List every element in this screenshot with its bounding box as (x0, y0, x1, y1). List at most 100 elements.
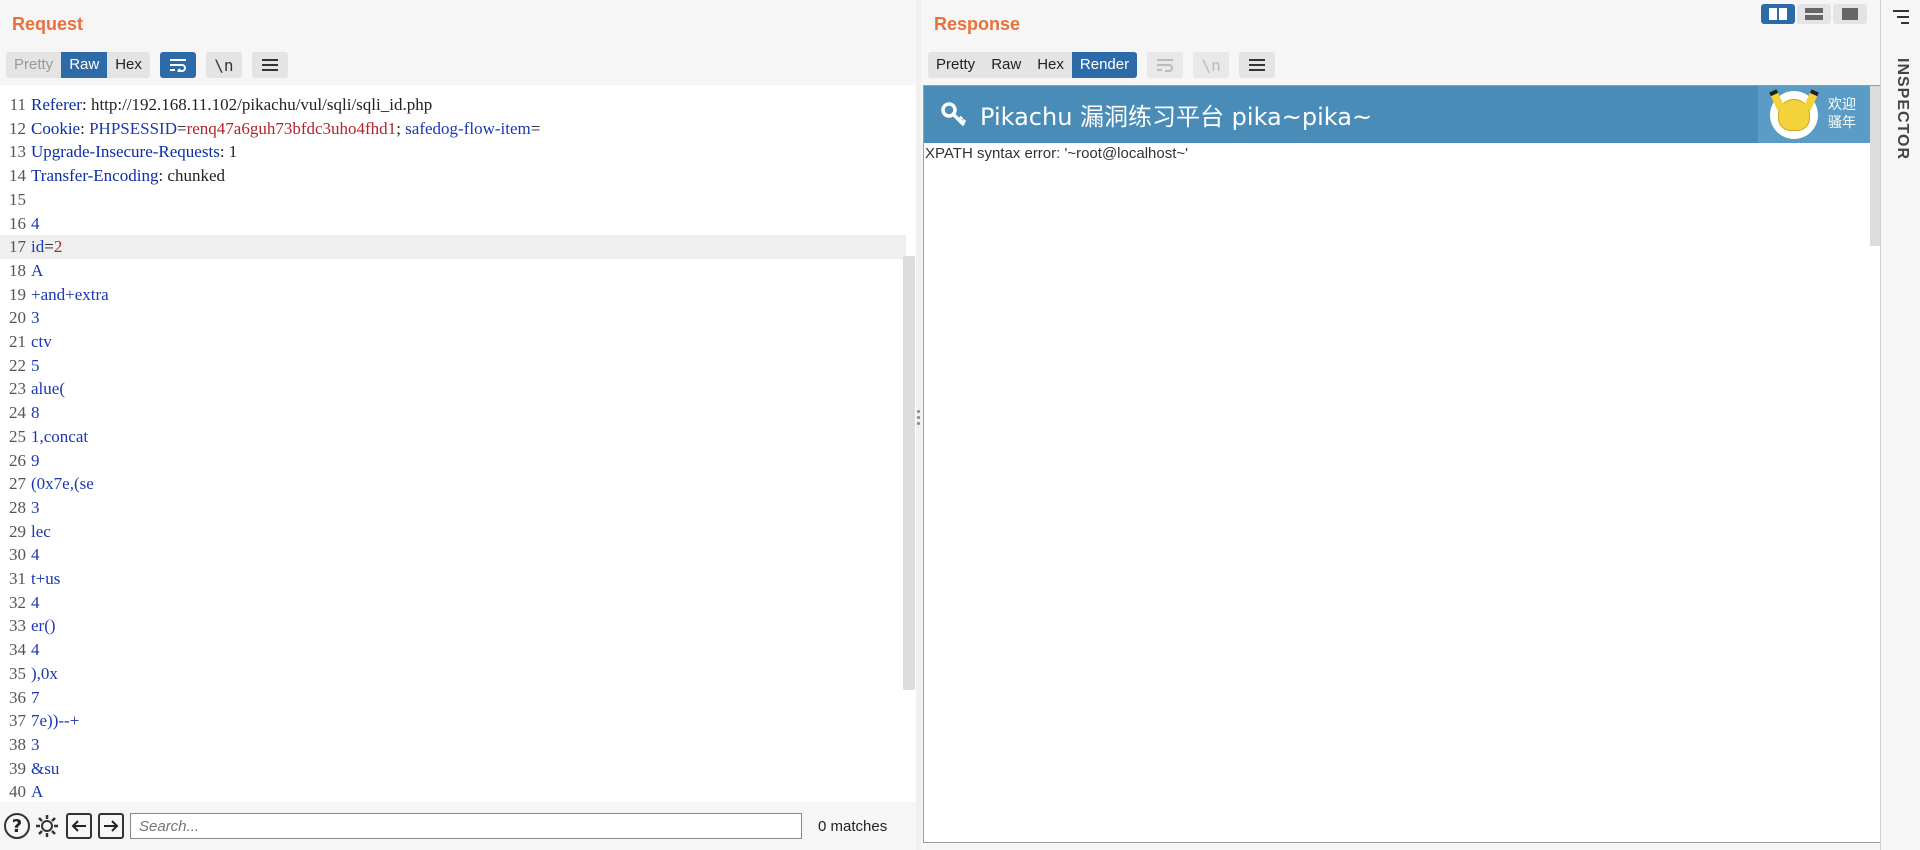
line-code: +and+extra (31, 283, 109, 307)
editor-line[interactable]: 24 8 (0, 401, 906, 425)
layout-stacked-button[interactable] (1797, 4, 1831, 24)
word-wrap-icon (1157, 59, 1174, 72)
editor-line[interactable]: 14 Transfer-Encoding: chunked (0, 164, 906, 188)
code-token: 4 (31, 640, 40, 660)
line-code: ctv (31, 330, 52, 354)
code-token: A (31, 260, 44, 280)
code-token: t+us (31, 569, 61, 588)
show-newlines-toggle[interactable]: \n (205, 52, 242, 78)
inspector-sidebar[interactable]: INSPECTOR (1880, 0, 1920, 850)
editor-line[interactable]: 12 Cookie: PHPSESSID=renq47a6guh73bfdc3uh… (0, 117, 906, 141)
editor-line[interactable]: 33 er() (0, 614, 906, 638)
divider-handle-icon[interactable] (917, 410, 920, 430)
code-token: &su (31, 758, 60, 778)
line-code: 3 (31, 733, 40, 757)
code-token: 7e))--+ (31, 711, 80, 731)
request-tab-pretty[interactable]: Pretty (6, 52, 61, 78)
editor-line[interactable]: 11 Referer: http://192.168.11.102/pikachu… (0, 93, 906, 117)
editor-line[interactable]: 34 4 (0, 638, 906, 662)
code-token: (0x7e,(se (31, 474, 94, 494)
layout-toggle-group (1759, 4, 1867, 24)
line-number: 24 (9, 403, 26, 423)
inspector-label[interactable]: INSPECTOR (1891, 58, 1911, 160)
line-number: 28 (9, 497, 26, 517)
editor-line[interactable]: 16 4 (0, 212, 906, 236)
inspector-menu-icon[interactable] (1893, 8, 1909, 29)
line-code: 3 (31, 306, 40, 330)
line-number: 23 (9, 379, 26, 399)
code-token: = (176, 118, 187, 138)
editor-line[interactable]: 32 4 (0, 591, 906, 615)
response-tab-hex[interactable]: Hex (1029, 52, 1072, 78)
editor-line[interactable]: 20 3 (0, 306, 906, 330)
key-icon (941, 102, 967, 127)
request-menu-button[interactable] (251, 52, 288, 78)
arrow-right-icon (104, 820, 119, 832)
line-number: 14 (9, 166, 26, 186)
editor-line[interactable]: 37 7e))--+ (0, 709, 906, 733)
line-code: t+us (31, 567, 60, 591)
request-toolbar: Pretty Raw Hex \n (6, 52, 288, 78)
request-tab-raw[interactable]: Raw (61, 52, 108, 78)
code-token: 4 (31, 213, 40, 233)
line-code: 7 (31, 686, 40, 710)
line-number: 29 (9, 521, 26, 541)
editor-line[interactable]: 26 9 (0, 449, 906, 473)
editor-line[interactable]: 23 alue( (0, 377, 906, 401)
editor-line[interactable]: 18 A (0, 259, 906, 283)
line-number: 32 (9, 592, 26, 612)
layout-tabs-button[interactable] (1833, 4, 1867, 24)
code-token: alue( (31, 379, 65, 399)
line-code: Referer: http://192.168.11.102/pikachu/v… (31, 93, 432, 117)
code-token: 3 (31, 308, 40, 328)
line-code: er() (31, 614, 56, 638)
code-token: = (44, 237, 54, 257)
line-number: 38 (9, 734, 26, 754)
editor-line[interactable]: 30 4 (0, 543, 906, 567)
response-menu-button[interactable] (1239, 52, 1276, 78)
editor-line[interactable]: 35),0x (0, 662, 906, 686)
editor-line[interactable]: 28 3 (0, 496, 906, 520)
rows-icon (1805, 8, 1823, 20)
editor-line[interactable]: 31 t+us (0, 567, 906, 591)
request-editor[interactable]: 11 Referer: http://192.168.11.102/pikachu… (0, 86, 906, 802)
code-token: : 1 (219, 142, 238, 162)
line-code: 8 (31, 401, 40, 425)
word-wrap-toggle[interactable] (159, 52, 196, 78)
editor-line[interactable]: 13 Upgrade-Insecure-Requests: 1 (0, 140, 906, 164)
editor-line[interactable]: 25 1,concat (0, 425, 906, 449)
search-input[interactable] (130, 813, 802, 839)
previous-match-button[interactable] (66, 813, 92, 839)
editor-line[interactable]: 40 A (0, 780, 906, 802)
editor-line[interactable]: 22 5 (0, 354, 906, 378)
line-number: 35 (9, 663, 26, 683)
editor-line[interactable]: 38 3 (0, 733, 906, 757)
editor-line[interactable]: 21 ctv (0, 330, 906, 354)
response-tab-pretty[interactable]: Pretty (928, 52, 983, 78)
response-tab-raw[interactable]: Raw (983, 52, 1029, 78)
line-number: 17 (9, 237, 26, 257)
code-token: 8 (31, 403, 40, 423)
editor-line[interactable]: 36 7 (0, 686, 906, 710)
layout-side-by-side-button[interactable] (1761, 4, 1795, 24)
code-token: 1,concat (31, 426, 89, 446)
editor-line[interactable]: 29 lec (0, 520, 906, 544)
editor-line[interactable]: 17 id=2 (0, 235, 906, 259)
editor-line[interactable]: 15 (0, 188, 906, 212)
response-word-wrap-toggle[interactable] (1147, 52, 1184, 78)
request-panel: Request Pretty Raw Hex \n 11 Referer: htt… (0, 0, 916, 850)
editor-line[interactable]: 39 &su (0, 757, 906, 781)
render-scrollbar[interactable] (1870, 86, 1880, 246)
code-token: +and+extra (31, 284, 109, 304)
request-tab-hex[interactable]: Hex (107, 52, 150, 78)
response-tab-render[interactable]: Render (1071, 52, 1138, 78)
line-code: (0x7e,(se (31, 472, 94, 496)
request-editor-scrollbar[interactable] (903, 256, 915, 690)
next-match-button[interactable] (98, 813, 124, 839)
line-code: ),0x (31, 662, 58, 686)
editor-line[interactable]: 19 +and+extra (0, 283, 906, 307)
help-icon[interactable]: ? (4, 813, 30, 839)
editor-line[interactable]: 27 (0x7e,(se (0, 472, 906, 496)
gear-icon[interactable] (34, 813, 60, 839)
response-show-newlines-toggle[interactable]: \n (1193, 52, 1230, 78)
